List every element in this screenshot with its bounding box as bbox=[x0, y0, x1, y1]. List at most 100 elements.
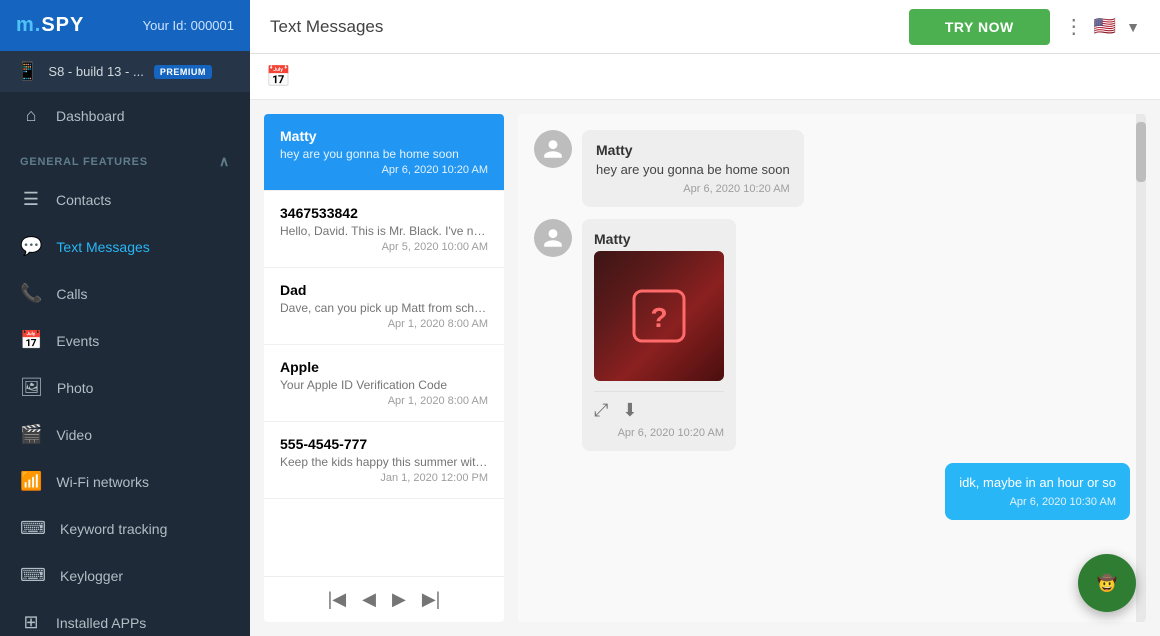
app-logo: m.SPY bbox=[16, 14, 84, 37]
message-preview: Hello, David. This is Mr. Black. I've no… bbox=[280, 224, 488, 238]
phone-icon: 📞 bbox=[20, 283, 42, 304]
main-content: Text Messages TRY NOW ⋮ 🇺🇸 ▼ 📅 Matty hey… bbox=[250, 0, 1160, 636]
bubble-time: Apr 6, 2020 10:30 AM bbox=[959, 496, 1116, 508]
prev-page-button[interactable]: ◀ bbox=[358, 587, 380, 612]
message-preview: Your Apple ID Verification Code bbox=[280, 378, 488, 392]
message-time: Apr 1, 2020 8:00 AM bbox=[280, 395, 488, 407]
message-sender: Dad bbox=[280, 282, 488, 298]
more-options-icon[interactable]: ⋮ bbox=[1064, 14, 1084, 39]
keyboard-icon: ⌨ bbox=[20, 518, 46, 539]
sidebar-item-wifi[interactable]: 📶 Wi-Fi networks bbox=[0, 458, 250, 505]
message-sender: 555-4545-777 bbox=[280, 436, 488, 452]
keyword-tracking-label: Keyword tracking bbox=[60, 521, 167, 537]
list-item[interactable]: 3467533842 Hello, David. This is Mr. Bla… bbox=[264, 191, 504, 268]
message-sender: Matty bbox=[280, 128, 488, 144]
chat-icon: 💬 bbox=[20, 236, 42, 257]
media-actions: ⤢ ⬇ bbox=[594, 391, 724, 421]
sidebar-item-events[interactable]: 📅 Events bbox=[0, 317, 250, 364]
wifi-label: Wi-Fi networks bbox=[56, 474, 149, 490]
message-list-scroll: Matty hey are you gonna be home soon Apr… bbox=[264, 114, 504, 576]
message-preview: hey are you gonna be home soon bbox=[280, 147, 488, 161]
svg-text:🤠: 🤠 bbox=[1097, 574, 1117, 593]
contacts-label: Contacts bbox=[56, 192, 111, 208]
sidebar: m.SPY Your Id: 000001 📱 S8 - build 13 - … bbox=[0, 0, 250, 636]
content-wrapper: 📅 Matty hey are you gonna be home soon A… bbox=[250, 54, 1160, 636]
calls-label: Calls bbox=[56, 286, 87, 302]
media-image: ? bbox=[594, 251, 724, 381]
bubble-time: Apr 6, 2020 10:20 AM bbox=[594, 427, 724, 439]
device-bar: 📱 S8 - build 13 - ... PREMIUM bbox=[0, 51, 250, 92]
installed-apps-label: Installed APPs bbox=[56, 615, 146, 631]
video-icon: 🎬 bbox=[20, 424, 42, 445]
scrollbar-thumb[interactable] bbox=[1136, 122, 1146, 182]
premium-badge: PREMIUM bbox=[154, 65, 212, 79]
section-general-features: GENERAL FEATURES ∧ bbox=[0, 139, 250, 176]
chevron-down-icon[interactable]: ▼ bbox=[1126, 19, 1140, 35]
calendar-icon: 📅 bbox=[20, 330, 42, 351]
message-sender: Apple bbox=[280, 359, 488, 375]
flag-us-icon[interactable]: 🇺🇸 bbox=[1094, 16, 1116, 37]
chat-scroll: Matty hey are you gonna be home soon Apr… bbox=[518, 114, 1146, 622]
device-name: S8 - build 13 - ... bbox=[48, 64, 143, 79]
wifi-icon: 📶 bbox=[20, 471, 42, 492]
text-messages-label: Text Messages bbox=[56, 239, 149, 255]
next-page-button[interactable]: ▶ bbox=[388, 587, 410, 612]
sidebar-item-installed-apps[interactable]: ⊞ Installed APPs bbox=[0, 599, 250, 636]
message-list: Matty hey are you gonna be home soon Apr… bbox=[264, 114, 504, 622]
support-button[interactable]: 🤠 bbox=[1078, 554, 1136, 612]
top-bar: Text Messages TRY NOW ⋮ 🇺🇸 ▼ bbox=[250, 0, 1160, 54]
list-item[interactable]: 555-4545-777 Keep the kids happy this su… bbox=[264, 422, 504, 499]
sidebar-item-calls[interactable]: 📞 Calls bbox=[0, 270, 250, 317]
download-button[interactable]: ⬇ bbox=[622, 400, 637, 421]
chat-bubble-media: Matty ? ⤢ ⬇ bbox=[582, 219, 736, 451]
calendar-bar: 📅 bbox=[250, 54, 1160, 100]
messages-panel: Matty hey are you gonna be home soon Apr… bbox=[250, 100, 1160, 636]
chevron-up-icon: ∧ bbox=[219, 153, 230, 170]
message-bubble-row: Matty ? ⤢ ⬇ bbox=[534, 219, 1130, 451]
sidebar-item-contacts[interactable]: ☰ Contacts bbox=[0, 176, 250, 223]
user-id: Your Id: 000001 bbox=[143, 18, 234, 33]
bubble-sender: Matty bbox=[596, 142, 790, 158]
calendar-filter-button[interactable]: 📅 bbox=[266, 64, 291, 89]
video-label: Video bbox=[56, 427, 92, 443]
last-page-button[interactable]: ▶| bbox=[418, 587, 445, 612]
photo-icon: 🖼 bbox=[20, 377, 43, 398]
message-time: Jan 1, 2020 12:00 PM bbox=[280, 472, 488, 484]
sidebar-header: m.SPY Your Id: 000001 bbox=[0, 0, 250, 51]
message-sender: 3467533842 bbox=[280, 205, 488, 221]
list-item[interactable]: Matty hey are you gonna be home soon Apr… bbox=[264, 114, 504, 191]
dashboard-label: Dashboard bbox=[56, 108, 125, 124]
list-item[interactable]: Dad Dave, can you pick up Matt from scho… bbox=[264, 268, 504, 345]
contacts-icon: ☰ bbox=[20, 189, 42, 210]
avatar bbox=[534, 130, 572, 168]
keylogger-label: Keylogger bbox=[60, 568, 123, 584]
sidebar-item-keylogger[interactable]: ⌨ Keylogger bbox=[0, 552, 250, 599]
pagination: |◀ ◀ ▶ ▶| bbox=[264, 576, 504, 622]
message-time: Apr 5, 2020 10:00 AM bbox=[280, 241, 488, 253]
try-now-button[interactable]: TRY NOW bbox=[909, 9, 1050, 45]
expand-button[interactable]: ⤢ bbox=[594, 400, 608, 421]
home-icon: ⌂ bbox=[20, 105, 42, 126]
top-bar-icons: ⋮ 🇺🇸 ▼ bbox=[1064, 14, 1140, 39]
sidebar-item-keyword-tracking[interactable]: ⌨ Keyword tracking bbox=[0, 505, 250, 552]
message-bubble-row: idk, maybe in an hour or so Apr 6, 2020 … bbox=[534, 463, 1130, 520]
list-item[interactable]: Apple Your Apple ID Verification Code Ap… bbox=[264, 345, 504, 422]
sidebar-item-video[interactable]: 🎬 Video bbox=[0, 411, 250, 458]
sidebar-item-dashboard[interactable]: ⌂ Dashboard bbox=[0, 92, 250, 139]
bubble-text: hey are you gonna be home soon bbox=[596, 162, 790, 177]
page-title: Text Messages bbox=[270, 17, 383, 37]
photo-label: Photo bbox=[57, 380, 94, 396]
bubble-time: Apr 6, 2020 10:20 AM bbox=[596, 183, 790, 195]
message-bubble-row: Matty hey are you gonna be home soon Apr… bbox=[534, 130, 1130, 207]
sidebar-item-text-messages[interactable]: 💬 Text Messages bbox=[0, 223, 250, 270]
keylogger-icon: ⌨ bbox=[20, 565, 46, 586]
svg-text:?: ? bbox=[650, 302, 667, 333]
bubble-text: idk, maybe in an hour or so bbox=[959, 475, 1116, 490]
apps-icon: ⊞ bbox=[20, 612, 42, 633]
sidebar-item-photo[interactable]: 🖼 Photo bbox=[0, 364, 250, 411]
android-icon: 📱 bbox=[16, 61, 38, 82]
chat-panel: Matty hey are you gonna be home soon Apr… bbox=[518, 114, 1146, 622]
message-time: Apr 1, 2020 8:00 AM bbox=[280, 318, 488, 330]
avatar bbox=[534, 219, 572, 257]
first-page-button[interactable]: |◀ bbox=[324, 587, 351, 612]
